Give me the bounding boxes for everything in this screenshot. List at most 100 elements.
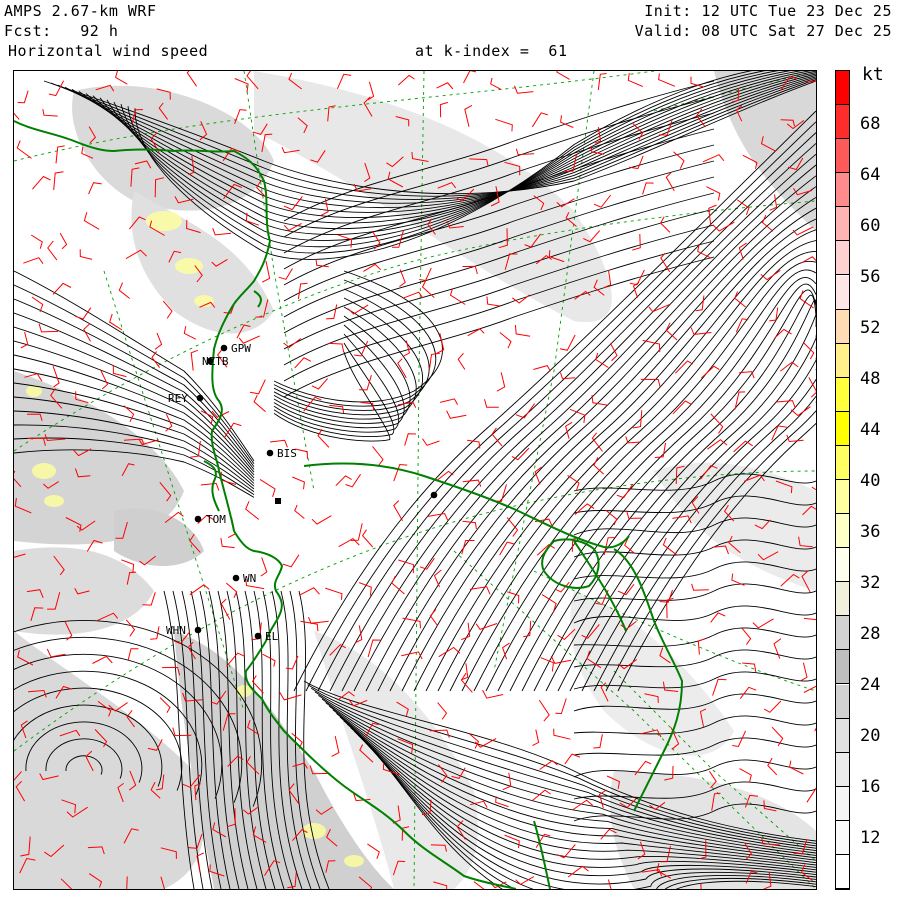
wind-speed-area <box>714 71 816 231</box>
wind-barb <box>484 399 499 408</box>
wind-barb <box>190 349 198 371</box>
wind-barb <box>393 463 408 482</box>
wind-barb <box>345 473 362 488</box>
colorbar-segment <box>836 173 849 208</box>
station-marker[interactable] <box>196 394 204 402</box>
wind-barb <box>393 500 403 522</box>
station-label: REY <box>168 392 188 405</box>
colorbar-segment <box>836 480 849 515</box>
wind-barb <box>803 342 815 360</box>
wind-barb <box>200 482 220 491</box>
wind-barb <box>739 371 755 379</box>
station-marker[interactable] <box>194 515 202 523</box>
colorbar-segment <box>836 343 849 378</box>
colorbar-segment <box>836 854 849 889</box>
wind-barb <box>593 194 612 208</box>
wind-barb <box>367 81 375 101</box>
colorbar-segment <box>836 514 849 549</box>
wind-barb <box>464 104 473 127</box>
wind-barb <box>311 515 332 525</box>
wind-barb <box>328 342 345 353</box>
wind-barb <box>397 74 415 86</box>
wind-barb <box>260 557 268 577</box>
colorbar-unit: kt <box>862 64 884 85</box>
wind-barb <box>774 328 792 339</box>
station-marker[interactable] <box>220 344 228 352</box>
wind-barb <box>738 242 747 260</box>
wind-barb <box>42 109 58 117</box>
wind-barb <box>597 73 607 91</box>
streamline <box>273 297 424 416</box>
wind-barb <box>335 475 352 487</box>
wind-speed-area <box>114 508 204 566</box>
wind-barb <box>564 753 581 765</box>
colorbar-label: 24 <box>860 675 881 695</box>
wind-map[interactable]: GPW NZTB REY BIS TOM WN WHN EL <box>13 70 817 890</box>
colorbar-label: 48 <box>860 369 881 389</box>
station-marker[interactable] <box>254 632 262 640</box>
colorbar-label: 16 <box>860 777 881 797</box>
wind-barb <box>514 325 531 337</box>
wind-barb <box>538 699 550 722</box>
station-marker[interactable] <box>430 491 438 499</box>
wind-barb <box>475 623 498 630</box>
colorbar-label: 32 <box>860 573 881 593</box>
high-wind-area <box>302 823 326 839</box>
wind-barb <box>556 71 570 80</box>
wind-barb <box>331 735 340 757</box>
wind-barb <box>404 433 417 446</box>
wind-barb <box>262 653 276 667</box>
wind-barb <box>710 612 726 623</box>
wind-barb <box>742 662 757 673</box>
wind-barb <box>502 772 512 791</box>
high-wind-area <box>32 463 56 479</box>
wind-barb <box>283 338 302 349</box>
wind-barb <box>109 313 123 331</box>
wind-barb <box>282 554 300 568</box>
wind-barb <box>557 844 576 859</box>
wind-barb <box>336 73 352 90</box>
wind-barb <box>259 478 276 497</box>
station-label: NZTB <box>202 355 229 368</box>
wind-barb <box>367 843 380 859</box>
colorbar-segment <box>836 582 849 617</box>
wind-barb <box>739 768 752 783</box>
wind-barb <box>196 852 205 873</box>
wind-barb <box>555 698 567 715</box>
station-marker[interactable] <box>194 626 202 634</box>
wind-barb <box>183 326 197 340</box>
field-name: Horizontal wind speed <box>8 42 209 60</box>
colorbar-label: 60 <box>860 216 881 236</box>
station-marker[interactable] <box>266 449 274 457</box>
wind-barb <box>567 474 580 491</box>
station-marker[interactable] <box>232 574 240 582</box>
wind-barb <box>83 322 91 342</box>
wind-barb <box>662 537 678 556</box>
colorbar-segment <box>836 684 849 719</box>
colorbar-segment <box>836 105 849 140</box>
colorbar-label: 52 <box>860 318 881 338</box>
station-marker[interactable] <box>275 498 281 504</box>
wind-barb <box>632 233 641 251</box>
streamline <box>573 759 816 778</box>
wind-barb <box>496 372 506 392</box>
wind-barb <box>16 140 32 159</box>
station-label: WN <box>243 572 256 585</box>
wind-barb <box>741 627 752 645</box>
wind-barb <box>92 655 113 664</box>
colorbar-segment <box>836 377 849 412</box>
wind-barb <box>249 379 266 395</box>
wind-barb <box>771 425 787 441</box>
wind-barb <box>308 616 329 624</box>
high-wind-area <box>344 855 364 867</box>
wind-barb <box>55 145 65 164</box>
station-label: TOM <box>206 513 226 526</box>
coastline-segment <box>533 820 551 889</box>
colorbar-segment <box>836 548 849 583</box>
colorbar-segment <box>836 616 849 651</box>
wind-barb <box>800 662 808 682</box>
wind-barb <box>792 226 814 236</box>
wind-barb <box>803 685 816 693</box>
wind-barb <box>419 557 435 570</box>
wind-barb <box>457 352 466 370</box>
